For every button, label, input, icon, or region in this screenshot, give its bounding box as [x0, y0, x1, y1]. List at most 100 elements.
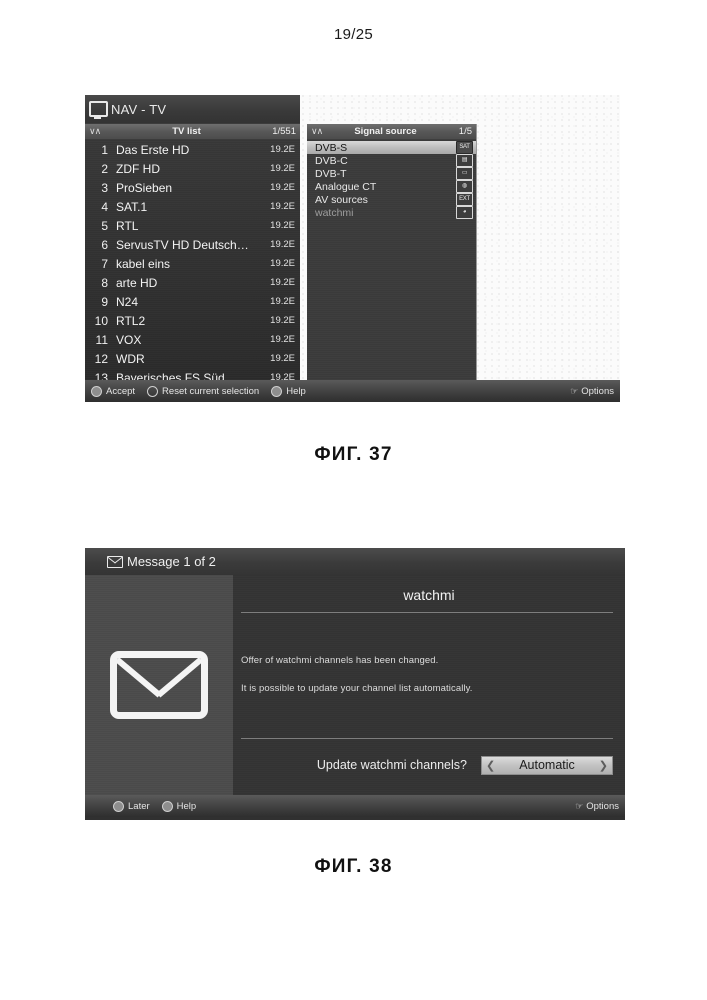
later-button[interactable]: Later	[113, 800, 150, 812]
terrestrial-icon: ▭	[456, 167, 473, 180]
channel-number: 10	[94, 313, 108, 328]
table-row[interactable]: 4 SAT.1 19.2E	[85, 197, 300, 216]
channel-name: RTL2	[116, 313, 146, 328]
signal-source-label: DVB-T	[315, 167, 347, 180]
list-item[interactable]: AV sources EXT	[307, 193, 476, 206]
signal-source-title: Signal source	[354, 126, 417, 137]
update-mode-selector[interactable]: ❮ Automatic ❯	[481, 755, 613, 775]
signal-source-label: watchmi	[315, 206, 354, 219]
channel-name: ServusTV HD Deutsch…	[116, 237, 249, 252]
list-item[interactable]: watchmi ◕	[307, 206, 476, 219]
signal-source-label: Analogue CT	[315, 180, 377, 193]
message-title-bar: Message 1 of 2	[85, 548, 625, 575]
channel-satellite: 19.2E	[270, 163, 295, 174]
channel-number: 3	[101, 180, 108, 195]
channel-name: arte HD	[116, 275, 158, 290]
signal-source-header: ∨∧ Signal source 1/5	[307, 124, 476, 139]
channel-name: kabel eins	[116, 256, 171, 271]
options-button[interactable]: ☞ Options	[575, 801, 619, 812]
channel-name: N24	[116, 294, 139, 309]
table-row[interactable]: 5 RTL 19.2E	[85, 216, 300, 235]
channel-number: 9	[101, 294, 108, 309]
channel-name: SAT.1	[116, 199, 148, 214]
accept-button[interactable]: Accept	[91, 385, 135, 397]
channel-name: ProSieben	[116, 180, 173, 195]
tv-list-header: ∨∧ TV list 1/551	[85, 124, 300, 139]
window-title: Message 1 of 2	[127, 554, 216, 569]
help-button[interactable]: Help	[161, 800, 197, 812]
chevron-right-icon[interactable]: ❯	[599, 759, 608, 772]
tv-list-count: 1/551	[272, 126, 296, 137]
channel-satellite: 19.2E	[270, 239, 295, 250]
tv-list-panel: NAV - TV ∨∧ TV list 1/551 1 Das Erste HD…	[85, 95, 300, 385]
command-bar: Later Help ☞ Options	[85, 795, 625, 817]
divider	[241, 738, 613, 739]
message-content-panel: watchmi Offer of watchmi channels has be…	[233, 575, 625, 795]
update-prompt-label: Update watchmi channels?	[316, 758, 467, 772]
channel-satellite: 19.2E	[270, 277, 295, 288]
channel-satellite: 19.2E	[270, 144, 295, 155]
table-row[interactable]: 8 arte HD 19.2E	[85, 273, 300, 292]
signal-source-panel: ∨∧ Signal source 1/5 DVB-S SAT DVB-C ▤ D…	[307, 124, 477, 380]
watchmi-icon: ◕	[456, 206, 473, 219]
message-body: Offer of watchmi channels has been chang…	[241, 655, 613, 711]
figure-38-caption: ФИГ. 38	[314, 856, 393, 877]
color-key-dot-icon	[91, 385, 102, 397]
channel-number: 4	[101, 199, 108, 214]
channel-satellite: 19.2E	[270, 220, 295, 231]
channel-number: 11	[95, 332, 108, 347]
color-key-dot-icon	[113, 800, 124, 812]
figure-37-screenshot: NAV - TV ∨∧ TV list 1/551 1 Das Erste HD…	[85, 95, 620, 402]
reset-current-selection-button[interactable]: Reset current selection	[147, 385, 260, 397]
sort-arrows-icon[interactable]: ∨∧	[89, 126, 107, 137]
analogue-icon: ◍	[456, 180, 473, 193]
table-row[interactable]: 3 ProSieben 19.2E	[85, 178, 300, 197]
table-row[interactable]: 12 WDR 19.2E	[85, 349, 300, 368]
message-line: Offer of watchmi channels has been chang…	[241, 655, 439, 666]
list-item[interactable]: DVB-C ▤	[307, 154, 476, 167]
signal-source-label: DVB-S	[315, 141, 348, 154]
list-item[interactable]: DVB-S SAT	[307, 141, 476, 154]
table-row[interactable]: 11 VOX 19.2E	[85, 330, 300, 349]
options-button[interactable]: ☞ Options	[570, 386, 614, 397]
table-row[interactable]: 1 Das Erste HD 19.2E	[85, 140, 300, 159]
envelope-large-icon	[110, 651, 208, 719]
table-row[interactable]: 6 ServusTV HD Deutsch… 19.2E	[85, 235, 300, 254]
sort-arrows-icon[interactable]: ∨∧	[311, 126, 329, 137]
message-line: It is possible to update your channel li…	[241, 683, 473, 694]
channel-satellite: 19.2E	[270, 201, 295, 212]
channel-number: 12	[94, 351, 108, 366]
color-key-dot-icon	[147, 385, 159, 397]
reset-button-label: Reset current selection	[162, 385, 260, 397]
color-key-dot-icon	[161, 800, 173, 812]
options-button-label: Options	[581, 385, 614, 397]
channel-number: 5	[101, 218, 108, 233]
table-row[interactable]: 10 RTL2 19.2E	[85, 311, 300, 330]
channel-name: Das Erste HD	[116, 142, 190, 157]
later-button-label: Later	[128, 800, 150, 812]
chevron-left-icon[interactable]: ❮	[486, 759, 495, 772]
channel-name: WDR	[116, 351, 145, 366]
signal-source-count: 1/5	[458, 126, 472, 137]
tv-list-rows: 1 Das Erste HD 19.2E 2 ZDF HD 19.2E 3 Pr…	[85, 140, 300, 387]
update-mode-value: Automatic	[519, 758, 575, 772]
help-button[interactable]: Help	[271, 385, 306, 397]
options-button-label: Options	[586, 800, 619, 812]
table-row[interactable]: 7 kabel eins 19.2E	[85, 254, 300, 273]
table-row[interactable]: 9 N24 19.2E	[85, 292, 300, 311]
table-row[interactable]: 2 ZDF HD 19.2E	[85, 159, 300, 178]
channel-satellite: 19.2E	[270, 182, 295, 193]
list-item[interactable]: Analogue CT ◍	[307, 180, 476, 193]
channel-satellite: 19.2E	[270, 334, 295, 345]
channel-number: 1	[101, 142, 108, 157]
channel-satellite: 19.2E	[270, 296, 295, 307]
list-item[interactable]: DVB-T ▭	[307, 167, 476, 180]
channel-satellite: 19.2E	[270, 258, 295, 269]
channel-satellite: 19.2E	[270, 353, 295, 364]
message-heading: watchmi	[403, 587, 455, 603]
divider	[241, 612, 613, 613]
signal-source-rows: DVB-S SAT DVB-C ▤ DVB-T ▭ Analogue CT ◍ …	[307, 141, 476, 219]
help-button-label: Help	[176, 800, 197, 812]
command-bar: Accept Reset current selection Help ☞ Op…	[85, 380, 620, 402]
window-title: NAV - TV	[111, 101, 167, 117]
